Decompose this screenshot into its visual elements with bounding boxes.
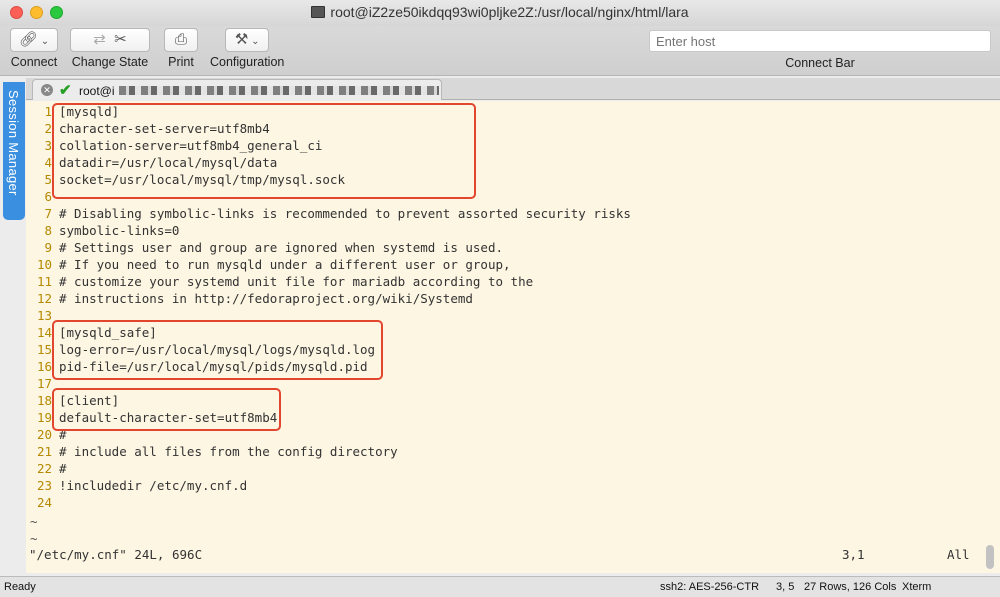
line-number: 9 (44, 240, 52, 255)
connect-label: Connect (10, 55, 58, 69)
change-state-label: Change State (71, 55, 149, 69)
line-number: 18 (36, 393, 52, 408)
app-window: root@iZ2ze50ikdqq93wi0pljke2Z:/usr/local… (0, 0, 1000, 597)
line-text: # customize your systemd unit file for m… (59, 274, 534, 289)
vim-cursor-position: 3,1 (842, 547, 865, 562)
session-manager-label: Session Manager (6, 90, 21, 196)
connect-item[interactable]: 🔗︎ ⌄ Connect (10, 28, 58, 69)
change-state-button[interactable]: ⇄ ✂ (70, 28, 150, 52)
host-input[interactable] (649, 30, 991, 52)
empty-line-tilde: ~ (30, 514, 38, 529)
line-number: 14 (36, 325, 52, 340)
tools-icon: ⚒ (234, 31, 249, 48)
unlink-icon: ✂ (114, 31, 127, 48)
line-text: # instructions in http://fedoraproject.o… (59, 291, 473, 306)
printer-icon: ⎙ (174, 31, 187, 48)
session-tab[interactable]: ✕ ✔ root@i (32, 79, 442, 100)
status-cursor: 3, 5 (776, 581, 795, 593)
line-number: 7 (44, 206, 52, 221)
empty-line-tilde: ~ (30, 531, 38, 546)
configuration-button[interactable]: ⚒ ⌄ (225, 28, 270, 52)
status-ready: Ready (4, 581, 36, 593)
line-number: 13 (36, 308, 52, 323)
line-number: 20 (36, 427, 52, 442)
link-icon: 🔗︎ (18, 31, 38, 48)
change-state-item[interactable]: ⇄ ✂ Change State (70, 28, 150, 69)
print-item[interactable]: ⎙ Print (164, 28, 198, 69)
vim-scroll-indicator: All (947, 547, 970, 562)
connected-check-icon: ✔ (59, 82, 72, 99)
line-number: 11 (36, 274, 52, 289)
line-number: 17 (36, 376, 52, 391)
line-text: # Settings user and group are ignored wh… (59, 240, 504, 255)
highlight-box-client (52, 388, 281, 431)
line-number: 5 (44, 172, 52, 187)
line-number: 10 (36, 257, 52, 272)
connect-bar-label: Connect Bar (785, 56, 855, 70)
configuration-label: Configuration (210, 55, 285, 69)
line-number: 2 (44, 121, 52, 136)
line-text: # If you need to run mysqld under a diff… (59, 257, 511, 272)
line-text: symbolic-links=0 (59, 223, 180, 238)
line-number: 12 (36, 291, 52, 306)
terminal-icon (311, 6, 326, 18)
terminal-scrollbar[interactable] (986, 545, 994, 569)
print-button[interactable]: ⎙ (164, 28, 198, 52)
line-text: # Disabling symbolic-links is recommende… (59, 206, 631, 221)
print-label: Print (168, 55, 194, 69)
line-number: 8 (44, 223, 52, 238)
line-number: 24 (36, 495, 52, 510)
redacted-hostname (119, 86, 439, 95)
status-rows-cols: 27 Rows, 126 Cols (804, 581, 897, 593)
connect-button[interactable]: 🔗︎ ⌄ (10, 28, 58, 52)
session-tab-label: root@i (79, 84, 115, 98)
title-bar: root@iZ2ze50ikdqq93wi0pljke2Z:/usr/local… (0, 0, 1000, 26)
line-number: 3 (44, 138, 52, 153)
close-tab-icon[interactable]: ✕ (41, 84, 53, 96)
vim-file-status: "/etc/my.cnf" 24L, 696C (29, 547, 203, 562)
line-number: 4 (44, 155, 52, 170)
line-text: # include all files from the config dire… (59, 444, 398, 459)
line-number: 23 (36, 478, 52, 493)
line-number: 1 (44, 104, 52, 119)
configuration-item[interactable]: ⚒ ⌄ Configuration (210, 28, 284, 69)
line-number: 19 (36, 410, 52, 425)
highlight-box-mysqld-safe (52, 320, 383, 380)
highlight-box-mysqld (52, 103, 476, 199)
status-bar: Ready ssh2: AES-256-CTR 3, 5 27 Rows, 12… (0, 576, 1000, 597)
line-text: !includedir /etc/my.cnf.d (59, 478, 248, 493)
line-text: # (59, 461, 67, 476)
swap-icon: ⇄ (93, 31, 106, 48)
line-number: 22 (36, 461, 52, 476)
chevron-down-icon: ⌄ (37, 36, 50, 47)
window-title-group: root@iZ2ze50ikdqq93wi0pljke2Z:/usr/local… (0, 4, 1000, 20)
line-number: 21 (36, 444, 52, 459)
line-number: 15 (36, 342, 52, 357)
session-manager-tab[interactable]: Session Manager (3, 82, 25, 220)
line-number: 16 (36, 359, 52, 374)
line-number: 6 (44, 189, 52, 204)
window-title: root@iZ2ze50ikdqq93wi0pljke2Z:/usr/local… (330, 4, 689, 20)
status-ssh-cipher: ssh2: AES-256-CTR (660, 581, 760, 593)
session-tab-bar: ✕ ✔ root@i (26, 78, 1000, 100)
toolbar: 🔗︎ ⌄ Connect ⇄ ✂ Change State ⎙ Print ⚒ … (0, 26, 1000, 76)
status-terminal-type: Xterm (902, 581, 932, 593)
terminal-view[interactable]: 1 [mysqld] 2 character-set-server=utf8mb4 3 c… (26, 101, 1000, 573)
chevron-down-icon: ⌄ (248, 36, 260, 47)
